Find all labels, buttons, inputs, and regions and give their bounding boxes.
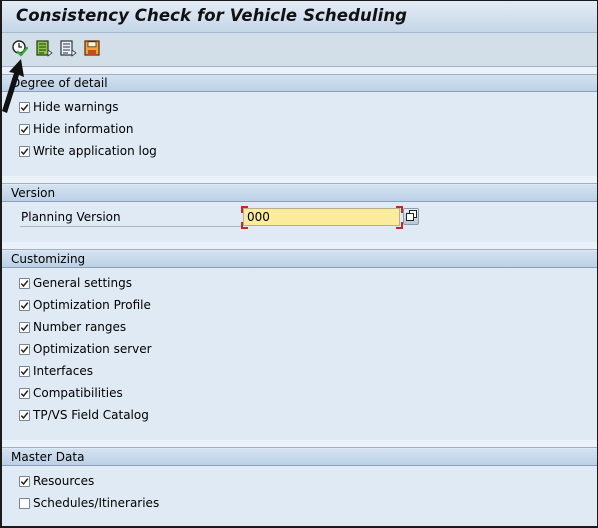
checkbox-box[interactable] [19,365,30,377]
save-icon [83,39,101,60]
window-title: Consistency Check for Vehicle Scheduling [16,6,408,25]
variant-get-icon [35,39,53,60]
planning-version-field[interactable]: 000 [241,206,403,229]
checkbox-box[interactable] [19,145,30,157]
section-header-version: Version [2,185,597,202]
checkbox-hide-information[interactable]: Hide information [19,121,133,137]
checkbox-box[interactable] [19,475,30,487]
title-bar: Consistency Check for Vehicle Scheduling [2,1,597,33]
checkbox-compatibilities[interactable]: Compatibilities [19,385,123,401]
planning-version-label: Planning Version [20,210,241,227]
get-variant-button[interactable] [35,39,53,60]
checkbox-box[interactable] [19,343,30,355]
section-header-degree-of-detail: Degree of detail [2,75,597,92]
section-gap [2,440,597,448]
checkbox-interfaces[interactable]: Interfaces [19,363,93,379]
checkbox-tpvs-field-catalog[interactable]: TP/VS Field Catalog [19,407,149,423]
value-help-button[interactable] [403,208,419,225]
checkbox-general-settings[interactable]: General settings [19,275,132,291]
checkbox-box[interactable] [19,299,30,311]
application-toolbar [2,33,597,67]
save-button[interactable] [83,39,101,60]
checkbox-optimization-server[interactable]: Optimization server [19,341,152,357]
checkbox-box[interactable] [19,123,30,135]
execute-clock-check-icon [11,39,29,60]
checkbox-box[interactable] [19,101,30,113]
checkbox-box[interactable] [19,321,30,333]
section-gap [2,176,597,184]
planning-version-input[interactable]: 000 [243,208,400,226]
checkbox-box[interactable] [19,497,30,509]
section-header-master-data: Master Data [2,449,597,466]
checkbox-resources[interactable]: Resources [19,473,94,489]
section-gap [2,67,597,75]
checkbox-box[interactable] [19,277,30,289]
window: Consistency Check for Vehicle Scheduling [0,0,598,528]
execute-button[interactable] [11,39,29,60]
checkbox-schedules-itineraries[interactable]: Schedules/Itineraries [19,495,159,511]
checkbox-number-ranges[interactable]: Number ranges [19,319,126,335]
section-gap [2,242,597,250]
section-header-customizing: Customizing [2,251,597,268]
details-button[interactable] [59,39,77,60]
value-help-icon [405,209,417,224]
checkbox-optimization-profile[interactable]: Optimization Profile [19,297,151,313]
checkbox-box[interactable] [19,409,30,421]
checkbox-hide-warnings[interactable]: Hide warnings [19,99,118,115]
checkbox-write-application-log[interactable]: Write application log [19,143,157,159]
program-details-icon [59,39,77,60]
checkbox-box[interactable] [19,387,30,399]
